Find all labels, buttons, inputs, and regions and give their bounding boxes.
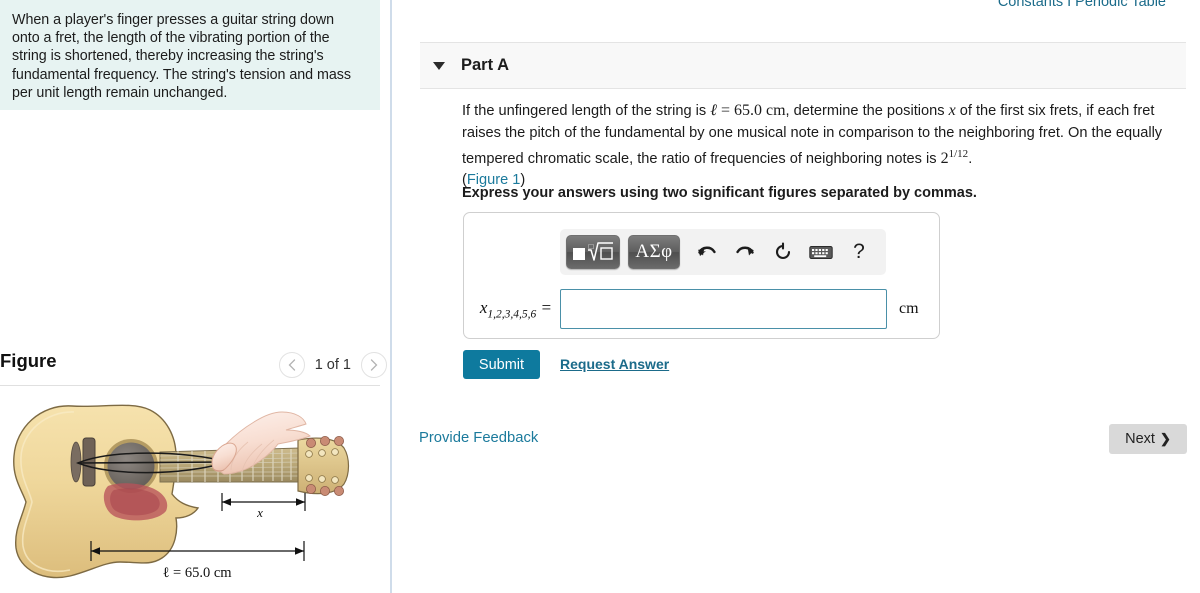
answer-instruction: Express your answers using two significa… — [462, 185, 977, 201]
figure-counter: 1 of 1 — [314, 357, 351, 373]
question-end: . — [968, 150, 973, 167]
help-icon[interactable]: ? — [840, 235, 878, 269]
answer-card: □ ΑΣφ ? x1,2,3,4,5,6 = cm — [463, 212, 940, 339]
figure-next-button[interactable] — [361, 352, 387, 378]
string-center-line — [77, 461, 229, 464]
question-text: If the unfingered length of the string i… — [462, 100, 1184, 192]
answer-input[interactable] — [560, 289, 887, 329]
x-dimension-label: x — [256, 505, 263, 520]
question-mid: , determine the positions — [785, 103, 949, 119]
length-dimension-label: ℓ = 65.0 cm — [162, 565, 232, 581]
figure-navigation: 1 of 1 — [278, 352, 387, 378]
left-panel: When a player's finger presses a guitar … — [0, 0, 392, 593]
reset-glyph — [775, 242, 791, 260]
headstock — [297, 437, 350, 495]
answer-var-subscript: 1,2,3,4,5,6 — [487, 308, 537, 321]
soundhole — [107, 442, 155, 490]
part-a-header[interactable]: Part A — [420, 43, 1186, 89]
bridge — [82, 437, 96, 487]
question-ratio-exponent: 1/12 — [948, 148, 969, 160]
keyboard-glyph — [809, 245, 833, 259]
redo-glyph — [736, 246, 754, 256]
answer-equals: = — [536, 297, 552, 317]
answer-variable-label: x1,2,3,4,5,6 = — [464, 298, 560, 320]
caret-down-icon[interactable] — [433, 61, 445, 70]
submit-button[interactable]: Submit — [463, 350, 540, 379]
question-equals: = — [716, 102, 734, 119]
figure-prev-button[interactable] — [278, 352, 305, 378]
undo-icon[interactable] — [688, 235, 726, 269]
chevron-left-icon — [288, 359, 295, 371]
question-pre: If the unfingered length of the string i… — [462, 103, 711, 119]
intro-text: When a player's finger presses a guitar … — [12, 12, 351, 101]
guitar-figure[interactable]: x ℓ = 65.0 cm — [0, 390, 380, 593]
redo-icon[interactable] — [726, 235, 764, 269]
math-template-icon[interactable]: □ — [566, 235, 620, 269]
chevron-right-icon — [370, 359, 378, 371]
intro-box: When a player's finger presses a guitar … — [0, 0, 380, 110]
chevron-right-icon: ❯ — [1159, 431, 1171, 446]
question-ratio-base: 2 — [940, 149, 949, 167]
part-a-label: Part A — [461, 56, 509, 74]
answer-unit: cm — [899, 300, 919, 317]
undo-glyph — [698, 246, 716, 256]
next-label: Next — [1125, 431, 1155, 447]
constants-bar: Constants I Periodic Table — [394, 0, 1186, 15]
question-length-value: 65.0 cm — [733, 102, 786, 119]
answer-row: x1,2,3,4,5,6 = cm — [464, 287, 941, 331]
request-answer-link[interactable]: Request Answer — [560, 356, 669, 372]
x-dimension — [221, 493, 306, 511]
next-button[interactable]: Next ❯ — [1109, 424, 1187, 454]
provide-feedback-link[interactable]: Provide Feedback — [419, 430, 538, 446]
question-symbol-l: ℓ — [710, 102, 717, 119]
keyboard-icon[interactable] — [802, 235, 840, 269]
question-symbol-x: x — [948, 102, 956, 119]
greek-letters-button[interactable]: ΑΣφ — [628, 235, 680, 269]
guitar-figure-svg: x ℓ = 65.0 cm — [13, 404, 350, 581]
problem-page: When a player's finger presses a guitar … — [0, 0, 1200, 593]
figure-section-title: Figure — [0, 350, 57, 371]
reset-icon[interactable] — [764, 235, 802, 269]
math-toolbar: □ ΑΣφ ? — [560, 229, 886, 275]
constants-periodic-table-link[interactable]: Constants I Periodic Table — [998, 0, 1166, 10]
math-template-glyph: □ — [573, 242, 613, 261]
